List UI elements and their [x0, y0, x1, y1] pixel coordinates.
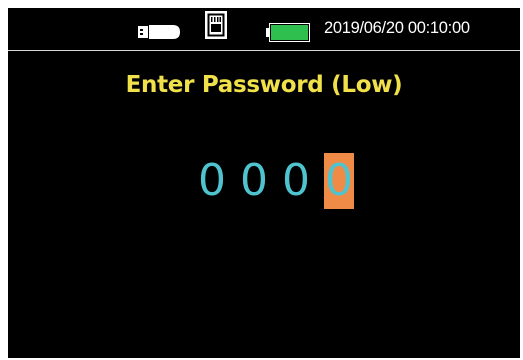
- battery-icon: [266, 23, 310, 42]
- status-bar: 2019/06/20 00:10:00: [8, 8, 520, 51]
- password-digit-4[interactable]: 0: [324, 153, 354, 209]
- password-digit-3[interactable]: 0: [282, 153, 310, 209]
- usb-drive-icon: [138, 25, 180, 39]
- battery-fill: [271, 25, 308, 40]
- page-title: Enter Password (Low): [125, 72, 403, 98]
- password-digit-1[interactable]: 0: [198, 153, 226, 209]
- password-input[interactable]: 0 0 0 0: [198, 153, 354, 209]
- ethernet-port-icon: [205, 11, 227, 39]
- datetime-display: 2019/06/20 00:10:00: [324, 19, 470, 37]
- password-digit-2[interactable]: 0: [240, 153, 268, 209]
- device-screen: 2019/06/20 00:10:00 Enter Password (Low)…: [8, 8, 520, 358]
